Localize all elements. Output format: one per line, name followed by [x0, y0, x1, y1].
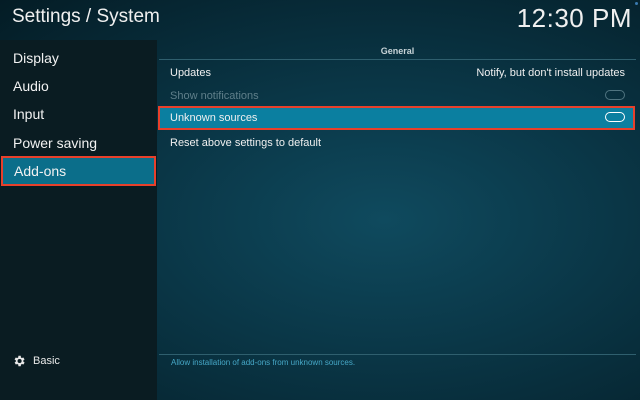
settings-level-button[interactable]: Basic	[12, 353, 60, 369]
setting-reset-defaults[interactable]: Reset above settings to default	[158, 131, 635, 155]
toggle-icon	[605, 90, 625, 100]
setting-updates[interactable]: Updates Notify, but don't install update…	[158, 61, 635, 85]
setting-label: Reset above settings to default	[170, 137, 322, 149]
setting-label: Unknown sources	[170, 112, 258, 124]
sidebar-item-audio[interactable]: Audio	[0, 72, 157, 100]
settings-panel: General Updates Notify, but don't instal…	[157, 40, 640, 400]
status-dot	[635, 2, 638, 5]
sidebar: Display Audio Input Power saving Add-ons	[0, 40, 157, 400]
clock: 12:30 PM	[516, 3, 632, 33]
setting-value: Notify, but don't install updates	[476, 67, 625, 79]
sidebar-item-input[interactable]: Input	[0, 100, 157, 128]
section-title: General	[159, 45, 636, 60]
sidebar-item-display[interactable]: Display	[0, 44, 157, 72]
gear-icon	[14, 355, 25, 367]
setting-show-notifications: Show notifications	[158, 84, 635, 108]
toggle-icon[interactable]	[605, 112, 625, 122]
divider	[159, 354, 636, 355]
setting-label: Show notifications	[170, 90, 259, 102]
page-title: Settings / System	[12, 6, 160, 27]
help-text: Allow installation of add-ons from unkno…	[171, 358, 356, 367]
sidebar-item-add-ons[interactable]: Add-ons	[1, 156, 156, 186]
setting-unknown-sources[interactable]: Unknown sources	[158, 106, 635, 130]
settings-level-label: Basic	[33, 355, 60, 367]
sidebar-item-power-saving[interactable]: Power saving	[0, 129, 157, 157]
setting-label: Updates	[170, 67, 211, 79]
